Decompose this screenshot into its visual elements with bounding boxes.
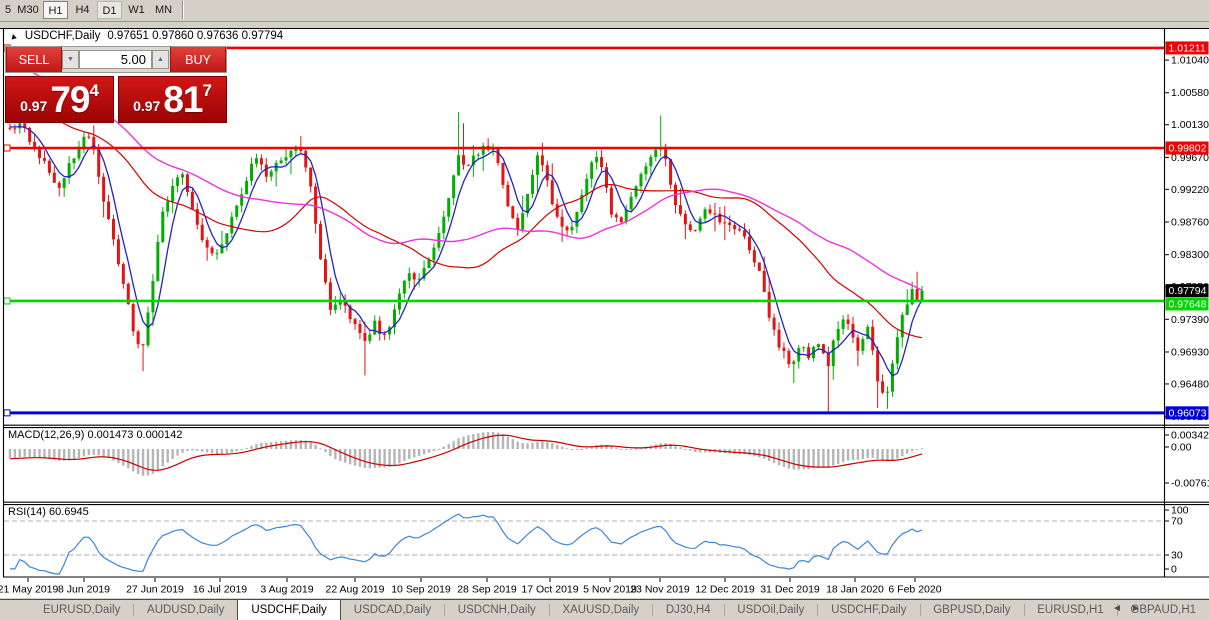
rsi-value: 60.6945 bbox=[49, 506, 89, 518]
one-click-trading-panel: SELL ▼ ▲ BUY 0.97 79 4 0.97 81 7 bbox=[5, 46, 227, 123]
macd-main-value: 0.001473 bbox=[87, 429, 133, 441]
timeframe-toolbar: 5M30H1H4D1W1MN bbox=[0, 0, 1209, 22]
line-anchor-square[interactable] bbox=[4, 298, 10, 304]
svg-text:16 Jul 2019: 16 Jul 2019 bbox=[193, 584, 247, 596]
sell-price-small: 0.97 bbox=[20, 98, 47, 114]
svg-text:0.98760: 0.98760 bbox=[1171, 217, 1209, 229]
chart-tab-bar: EURUSD,DailyAUDUSD,DailyUSDCHF,DailyUSDC… bbox=[0, 599, 1209, 620]
svg-text:0.96480: 0.96480 bbox=[1171, 378, 1209, 390]
svg-text:0.98300: 0.98300 bbox=[1171, 249, 1209, 261]
toolbar-separator bbox=[182, 1, 184, 19]
trade-controls-row: SELL ▼ ▲ BUY bbox=[5, 46, 227, 73]
svg-text:10 Sep 2019: 10 Sep 2019 bbox=[391, 584, 451, 596]
svg-text:0.97390: 0.97390 bbox=[1171, 314, 1209, 326]
timeframe-button-H4[interactable]: H4 bbox=[70, 1, 95, 19]
sell-button[interactable]: SELL bbox=[6, 47, 62, 72]
svg-text:1.00130: 1.00130 bbox=[1171, 119, 1209, 131]
svg-text:70: 70 bbox=[1171, 516, 1183, 528]
spin-down-icon: ▼ bbox=[67, 56, 74, 63]
svg-text:28 Sep 2019: 28 Sep 2019 bbox=[457, 584, 517, 596]
tab-scroll-left[interactable]: ◄ bbox=[1112, 603, 1122, 614]
svg-text:21 May 2019: 21 May 2019 bbox=[0, 584, 59, 596]
svg-text:31 Dec 2019: 31 Dec 2019 bbox=[760, 584, 820, 596]
timeframe-button-W1[interactable]: W1 bbox=[124, 1, 149, 19]
line-anchor-square[interactable] bbox=[4, 145, 10, 151]
svg-text:3 Aug 2019: 3 Aug 2019 bbox=[260, 584, 313, 596]
svg-text:18 Jan 2020: 18 Jan 2020 bbox=[826, 584, 884, 596]
timeframe-button-5[interactable]: 5 bbox=[3, 1, 13, 19]
timeframe-button-MN[interactable]: MN bbox=[151, 1, 176, 19]
svg-text:17 Oct 2019: 17 Oct 2019 bbox=[521, 584, 578, 596]
svg-text:1.00580: 1.00580 bbox=[1171, 87, 1209, 99]
buy-price-pip: 7 bbox=[202, 81, 211, 101]
volume-decrease-button[interactable]: ▼ bbox=[62, 50, 79, 69]
chart-tab-usdcnh-daily[interactable]: USDCNH,Daily bbox=[445, 600, 549, 620]
svg-text:8 Jun 2019: 8 Jun 2019 bbox=[58, 584, 110, 596]
svg-text:-0.007615: -0.007615 bbox=[1171, 478, 1209, 490]
sell-price-big: 79 bbox=[50, 81, 89, 119]
macd-name: MACD(12,26,9) bbox=[8, 429, 84, 441]
svg-text:0.99220: 0.99220 bbox=[1171, 184, 1209, 196]
svg-text:0.97794: 0.97794 bbox=[1169, 285, 1207, 297]
svg-text:27 Jun 2019: 27 Jun 2019 bbox=[126, 584, 184, 596]
svg-text:0.96930: 0.96930 bbox=[1171, 346, 1209, 358]
svg-text:0.003428: 0.003428 bbox=[1171, 430, 1209, 442]
time-axis[interactable]: 21 May 20198 Jun 2019 27 Jun 2019 16 Jul 2… bbox=[0, 578, 942, 596]
macd-label: MACD(12,26,9) 0.001473 0.000142 bbox=[8, 429, 182, 441]
svg-text:30: 30 bbox=[1171, 550, 1183, 562]
macd-signal-value: 0.000142 bbox=[136, 429, 182, 441]
rsi-panel bbox=[4, 514, 1164, 574]
svg-text:0.97648: 0.97648 bbox=[1169, 298, 1207, 310]
buy-price-small: 0.97 bbox=[133, 98, 160, 114]
chart-tab-usdoil-daily[interactable]: USDOil,Daily bbox=[724, 600, 817, 620]
svg-text:5 Nov 2019: 5 Nov 2019 bbox=[583, 584, 637, 596]
chart-tab-xauusd-daily[interactable]: XAUUSD,Daily bbox=[549, 600, 652, 620]
sell-price-display[interactable]: 0.97 79 4 bbox=[5, 76, 114, 123]
svg-text:6 Feb 2020: 6 Feb 2020 bbox=[888, 584, 941, 596]
line-anchor-square[interactable] bbox=[4, 410, 10, 416]
volume-increase-button[interactable]: ▲ bbox=[152, 50, 169, 69]
rsi-label: RSI(14) 60.6945 bbox=[8, 506, 89, 518]
chart-tab-usdcad-daily[interactable]: USDCAD,Daily bbox=[341, 600, 444, 620]
timeframe-button-H1[interactable]: H1 bbox=[43, 1, 68, 19]
rsi-name: RSI(14) bbox=[8, 506, 46, 518]
candles-layer bbox=[8, 112, 923, 412]
svg-text:23 Nov 2019: 23 Nov 2019 bbox=[630, 584, 690, 596]
chart-tab-audusd-daily[interactable]: AUDUSD,Daily bbox=[134, 600, 237, 620]
svg-text:0.00: 0.00 bbox=[1171, 442, 1192, 454]
volume-input[interactable] bbox=[79, 50, 152, 69]
svg-text:0.96073: 0.96073 bbox=[1169, 407, 1207, 419]
svg-text:0: 0 bbox=[1171, 564, 1177, 576]
svg-text:1.01040: 1.01040 bbox=[1171, 55, 1209, 67]
chart-tab-gbpusd-daily[interactable]: GBPUSD,Daily bbox=[920, 600, 1023, 620]
buy-price-display[interactable]: 0.97 81 7 bbox=[118, 76, 227, 123]
svg-text:1.01211: 1.01211 bbox=[1169, 42, 1206, 54]
timeframe-button-D1[interactable]: D1 bbox=[97, 1, 122, 19]
timeframe-button-M30[interactable]: M30 bbox=[14, 1, 42, 19]
buy-price-big: 81 bbox=[163, 81, 202, 119]
price-axis[interactable]: 1.010401.005801.001300.996700.992200.987… bbox=[1165, 41, 1209, 575]
chart-tab-eurusd-h1[interactable]: EURUSD,H1 bbox=[1024, 600, 1116, 620]
chart-title-ohlc: 0.97651 0.97860 0.97636 0.97794 bbox=[107, 30, 283, 42]
tab-scroll-right[interactable]: ► bbox=[1131, 603, 1141, 614]
buy-button[interactable]: BUY bbox=[170, 47, 226, 72]
chart-tab-dj30-h4[interactable]: DJ30,H4 bbox=[653, 600, 724, 620]
chart-tab-eurusd-daily[interactable]: EURUSD,Daily bbox=[30, 600, 133, 620]
rsi-line bbox=[10, 514, 922, 574]
chart-arrow-icon: ▲ bbox=[8, 30, 19, 42]
chart-tab-usdchf-daily[interactable]: USDCHF,Daily bbox=[237, 600, 340, 620]
svg-text:22 Aug 2019: 22 Aug 2019 bbox=[326, 584, 385, 596]
chart-tab-usdchf-daily[interactable]: USDCHF,Daily bbox=[818, 600, 919, 620]
chart-title-symbol: USDCHF,Daily bbox=[25, 30, 100, 42]
sell-price-pip: 4 bbox=[89, 81, 98, 101]
chart-title: ▲ USDCHF,Daily 0.97651 0.97860 0.97636 0… bbox=[9, 30, 283, 42]
svg-text:12 Dec 2019: 12 Dec 2019 bbox=[695, 584, 755, 596]
svg-text:0.99802: 0.99802 bbox=[1169, 143, 1207, 155]
spin-up-icon: ▲ bbox=[157, 56, 164, 63]
